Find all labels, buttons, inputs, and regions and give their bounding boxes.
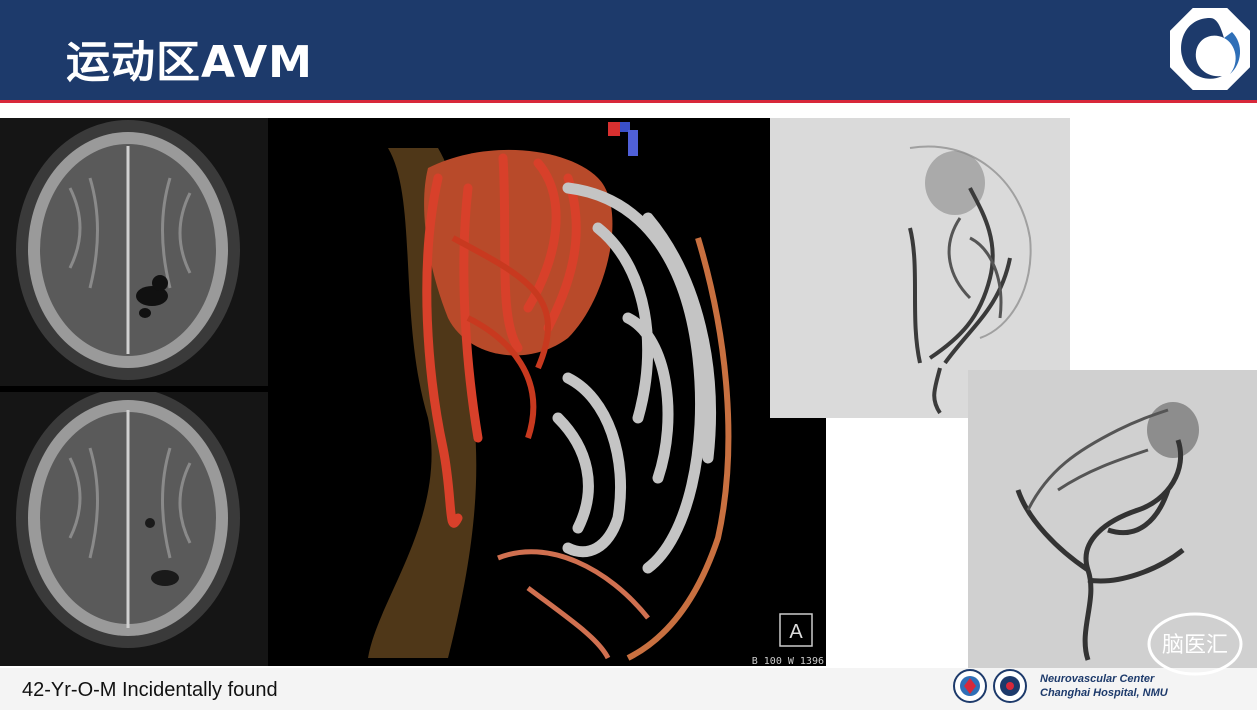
watermark-logo: 脑医汇 bbox=[1147, 612, 1243, 676]
mri-images bbox=[0, 118, 270, 666]
footer-line-2: Changhai Hospital, NMU bbox=[1040, 687, 1168, 699]
mri-axial-panel bbox=[0, 118, 270, 666]
hospital-logo bbox=[1166, 4, 1254, 94]
case-caption: 42-Yr-O-M Incidentally found bbox=[22, 679, 278, 701]
window-level-text: B 100 W 1396 bbox=[752, 656, 824, 666]
footer-emblems bbox=[953, 669, 1027, 703]
3d-angiography-panel: A B 100 W 1396 bbox=[268, 118, 826, 666]
orientation-label: A bbox=[789, 621, 803, 643]
3d-vessel-render: A B 100 W 1396 bbox=[268, 118, 826, 666]
header-divider bbox=[0, 100, 1257, 103]
slide-title: 运动区AVM bbox=[66, 37, 313, 88]
watermark-text: 脑医汇 bbox=[1162, 633, 1228, 658]
